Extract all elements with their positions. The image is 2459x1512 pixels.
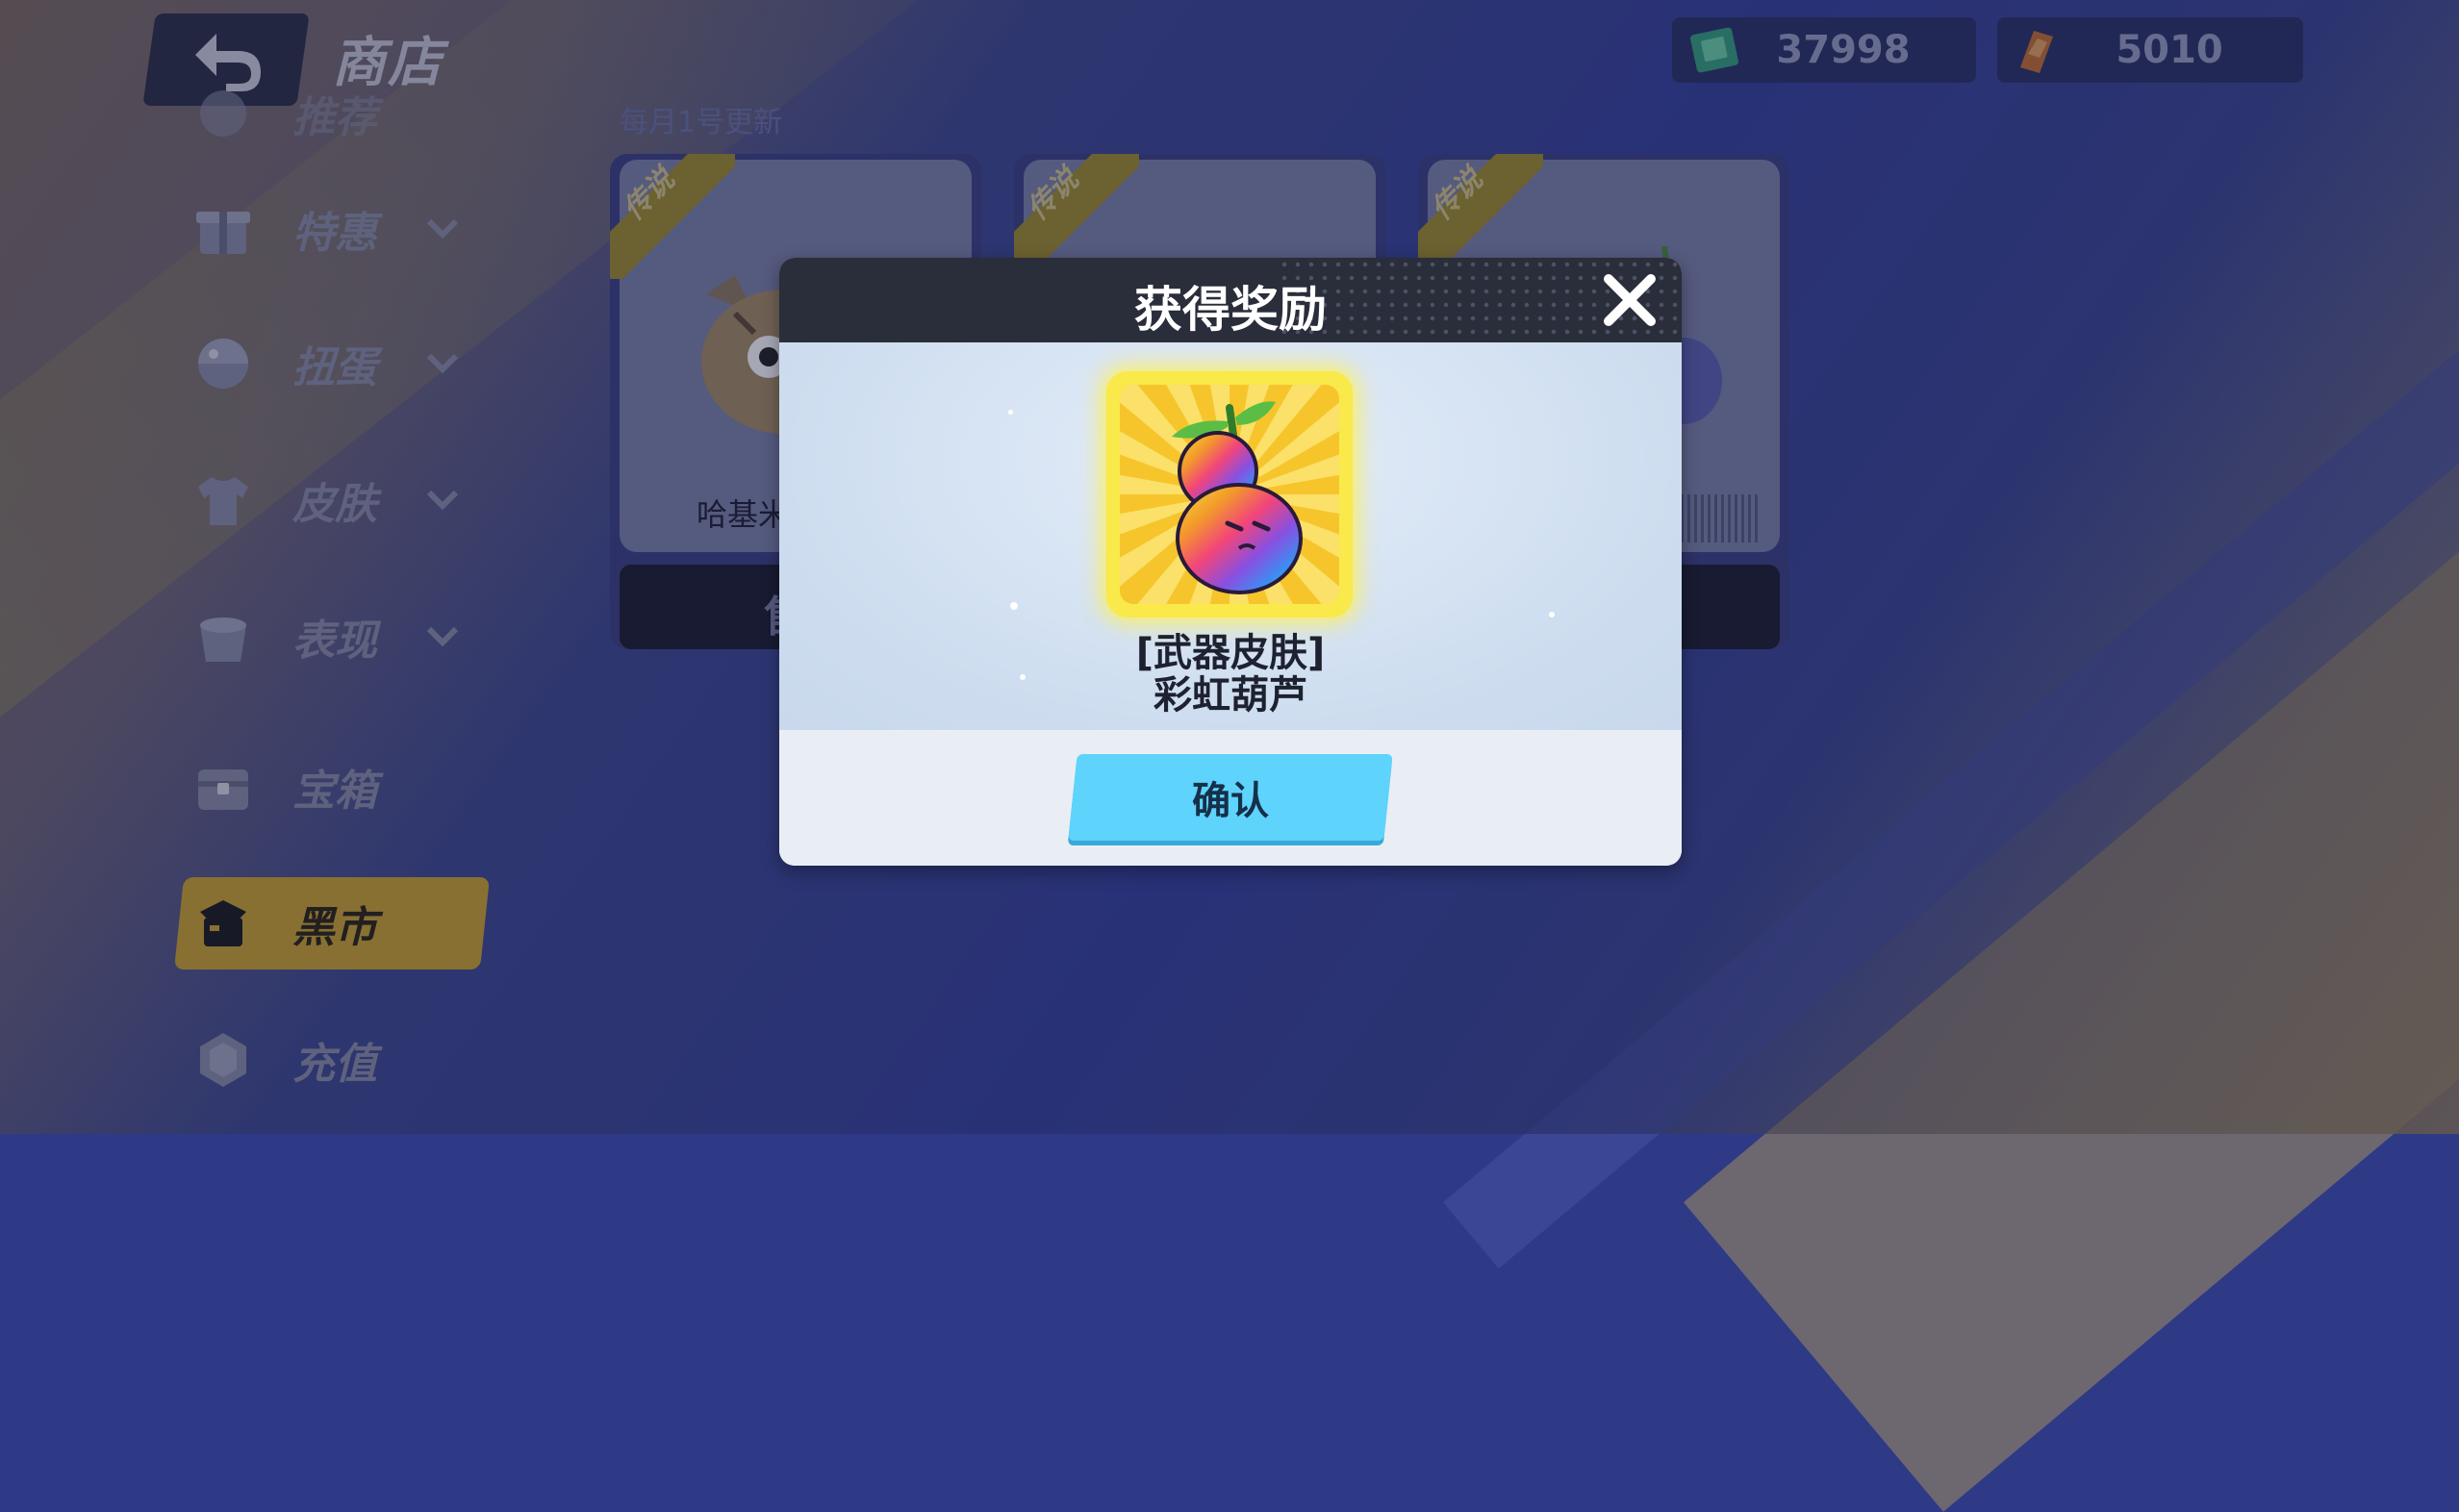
modal-footer: 确认 (779, 730, 1682, 866)
sparkle (1008, 410, 1013, 415)
modal-title: 获得奖励 (1134, 282, 1327, 338)
confirm-button[interactable]: 确认 (1068, 754, 1393, 841)
sparkle (1549, 612, 1555, 617)
rainbow-gourd-icon (1172, 401, 1303, 594)
reward-item-name: 彩虹葫芦 (1153, 673, 1307, 718)
close-button[interactable] (1599, 269, 1660, 331)
close-icon (1604, 274, 1656, 326)
modal-header: 获得奖励 (779, 258, 1682, 342)
confirm-button-label: 确认 (1192, 779, 1269, 823)
reward-modal: 获得奖励 [武器皮肤] 彩虹葫芦 确认 (779, 258, 1682, 866)
reward-item-frame (1106, 371, 1353, 617)
sparkle (1010, 602, 1018, 610)
